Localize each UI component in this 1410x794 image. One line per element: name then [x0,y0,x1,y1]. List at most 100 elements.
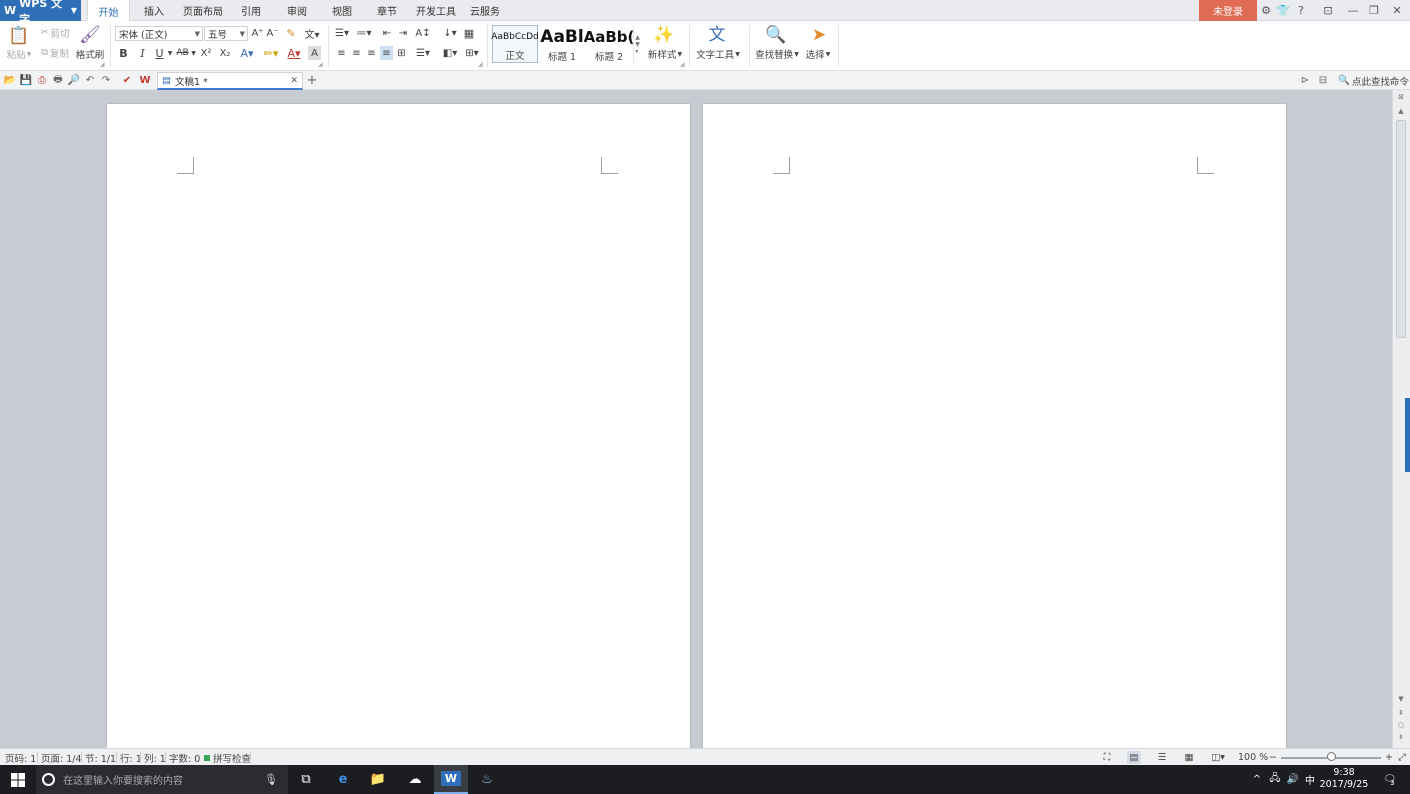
task-view-icon[interactable]: ⧉ [289,765,323,794]
microphone-icon[interactable]: 🎙 [264,773,278,786]
side-panel-tab[interactable] [1405,398,1410,472]
redo-icon[interactable]: ↷ [99,73,113,87]
edge-icon[interactable]: e [326,765,360,794]
steam-icon[interactable]: ♨ [470,765,504,794]
style-normal[interactable]: AaBbCcDd 正文 [491,25,539,63]
login-button[interactable]: 未登录 [1199,0,1257,21]
network-icon[interactable]: 🖧 [1267,765,1283,794]
clear-format-icon[interactable]: ✎ [284,26,298,40]
bullets-icon[interactable]: ☰▾ [333,26,351,40]
underline-button[interactable]: U [153,46,166,60]
tab-view[interactable]: 视图 [323,0,361,21]
zoom-slider-handle[interactable] [1327,752,1336,761]
help-button[interactable]: ? [1293,0,1309,21]
find-replace-button[interactable]: 查找替换 ▼ [753,48,801,61]
zoom-out-icon[interactable]: − [1268,751,1278,764]
format-painter-icon[interactable]: 🖌 [79,25,101,45]
dialog-launcher-icon[interactable]: ◢ [318,61,323,68]
new-style-button[interactable]: 新样式 ▼ [645,48,685,61]
paste-button[interactable]: 粘贴 ▼ [4,48,34,61]
text-tools-icon[interactable]: 文 [706,25,728,45]
taskbar-search[interactable]: 在这里输入你要搜索的内容 🎙 [36,765,288,794]
reading-mode-icon[interactable]: ◫▾ [1208,751,1228,764]
restore-layout-icon[interactable]: ⊡ [1320,0,1336,21]
select-cursor-icon[interactable]: ➤ [809,25,829,45]
start-button[interactable] [0,765,36,794]
scroll-top-icon[interactable]: ⊠ [1395,92,1407,102]
wps-home-icon[interactable]: W [138,73,152,87]
print-preview-icon[interactable]: 🔎 [67,73,81,87]
tab-review[interactable]: 审阅 [278,0,316,21]
fit-window-icon[interactable]: ⤢ [1397,751,1407,764]
outline-view-icon[interactable]: ☰ [1155,751,1169,764]
line-spacing-icon[interactable]: ☰▾ [413,46,433,60]
scroll-down-icon[interactable]: ▼ [1395,694,1407,704]
clock[interactable]: 9:38 2017/9/25 [1318,767,1370,791]
open-folder-icon[interactable]: 📂 [3,73,17,87]
text-tools-button[interactable]: 文字工具 ▼ [694,48,742,61]
numbering-icon[interactable]: ≔▾ [354,26,374,40]
shading-icon[interactable]: ◧▾ [440,46,460,60]
copy-button[interactable]: ⧉ 复制 [38,46,72,60]
browse-object-icon[interactable]: ○ [1395,720,1407,730]
status-word-count[interactable]: 字数: 0 [169,751,200,765]
superscript-button[interactable]: X² [199,46,213,60]
distribute-icon[interactable]: ⊞ [395,46,408,60]
format-painter-button[interactable]: 格式刷 [75,48,105,61]
skin-icon[interactable]: 👕 [1274,0,1292,21]
chevron-down-icon[interactable]: ▼ [166,46,174,60]
style-heading-1[interactable]: AaBl 标题 1 [540,25,584,63]
font-size-select[interactable]: 五号 ▼ [204,26,248,41]
hide-ribbon-icon[interactable]: ⊟ [1316,73,1330,87]
doc-tab[interactable]: ▤ 文稿1 * ✕ [157,72,303,90]
tab-home[interactable]: 开始 [87,0,130,22]
char-shading-icon[interactable]: A [308,46,321,60]
tab-cloud-service[interactable]: 云服务 [465,0,505,21]
tab-developer[interactable]: 开发工具 [412,0,460,21]
borders-icon[interactable]: ⊞▾ [462,46,482,60]
document-workspace[interactable] [0,90,1392,748]
new-style-icon[interactable]: ✨ [653,25,675,45]
tray-chevron-up-icon[interactable]: ^ [1250,765,1264,794]
dialog-launcher-icon[interactable]: ◢ [100,61,105,68]
highlight-icon[interactable]: ✏▾ [260,46,282,60]
new-tab-icon[interactable]: + [305,73,319,88]
increase-indent-icon[interactable]: ⇥ [396,26,410,40]
align-left-icon[interactable]: ≡ [335,46,348,60]
text-effect-icon[interactable]: A▾ [238,46,256,60]
text-direction-icon[interactable]: A↕ [413,26,433,40]
gear-icon[interactable]: ⚙ [1260,0,1272,21]
tab-page-layout[interactable]: 页面布局 [178,0,228,21]
align-right-icon[interactable]: ≡ [365,46,378,60]
table-icon[interactable]: ▦ [462,26,476,40]
status-page[interactable]: 页面: 1/4 [41,751,82,765]
tab-insert[interactable]: 插入 [134,0,174,21]
app-menu-button[interactable]: W WPS 文字 ▼ [0,0,81,26]
scroll-thumb[interactable] [1396,120,1406,338]
spell-check-toggle[interactable]: 拼写检查 [204,751,251,765]
styles-scroll[interactable]: ▲ ▼ ▾ [633,25,641,63]
web-view-icon[interactable]: ▦ [1182,751,1196,764]
strikethrough-button[interactable]: AB [175,46,190,60]
paste-icon[interactable]: 📋 [6,25,32,47]
volume-icon[interactable]: 🔊 [1285,765,1301,794]
app-icon[interactable]: ☁ [398,765,432,794]
chevron-down-icon[interactable]: ▼ [190,46,197,60]
undo-icon[interactable]: ↶ [83,73,97,87]
phonetic-guide-icon[interactable]: 文▾ [302,26,322,41]
fullscreen-icon[interactable]: ⛶ [1100,751,1114,764]
dialog-launcher-icon[interactable]: ◢ [478,61,483,68]
close-icon[interactable]: ✕ [1389,0,1405,21]
scroll-up-icon[interactable]: ▲ [1395,106,1407,116]
align-center-icon[interactable]: ≡ [350,46,363,60]
ime-indicator[interactable]: 中 [1303,765,1317,794]
sidebar-toggle-icon[interactable]: ⊳ [1298,73,1312,87]
print-icon[interactable]: 🖶 [51,73,65,87]
next-page-icon[interactable]: ⇟ [1395,732,1407,742]
select-button[interactable]: 选择 ▼ [803,48,833,61]
document-page[interactable] [703,104,1286,748]
shrink-font-icon[interactable]: A⁻ [266,26,279,40]
italic-button[interactable]: I [136,46,149,60]
grow-font-icon[interactable]: A⁺ [251,26,264,40]
export-pdf-icon[interactable]: ⎙ [35,73,49,87]
